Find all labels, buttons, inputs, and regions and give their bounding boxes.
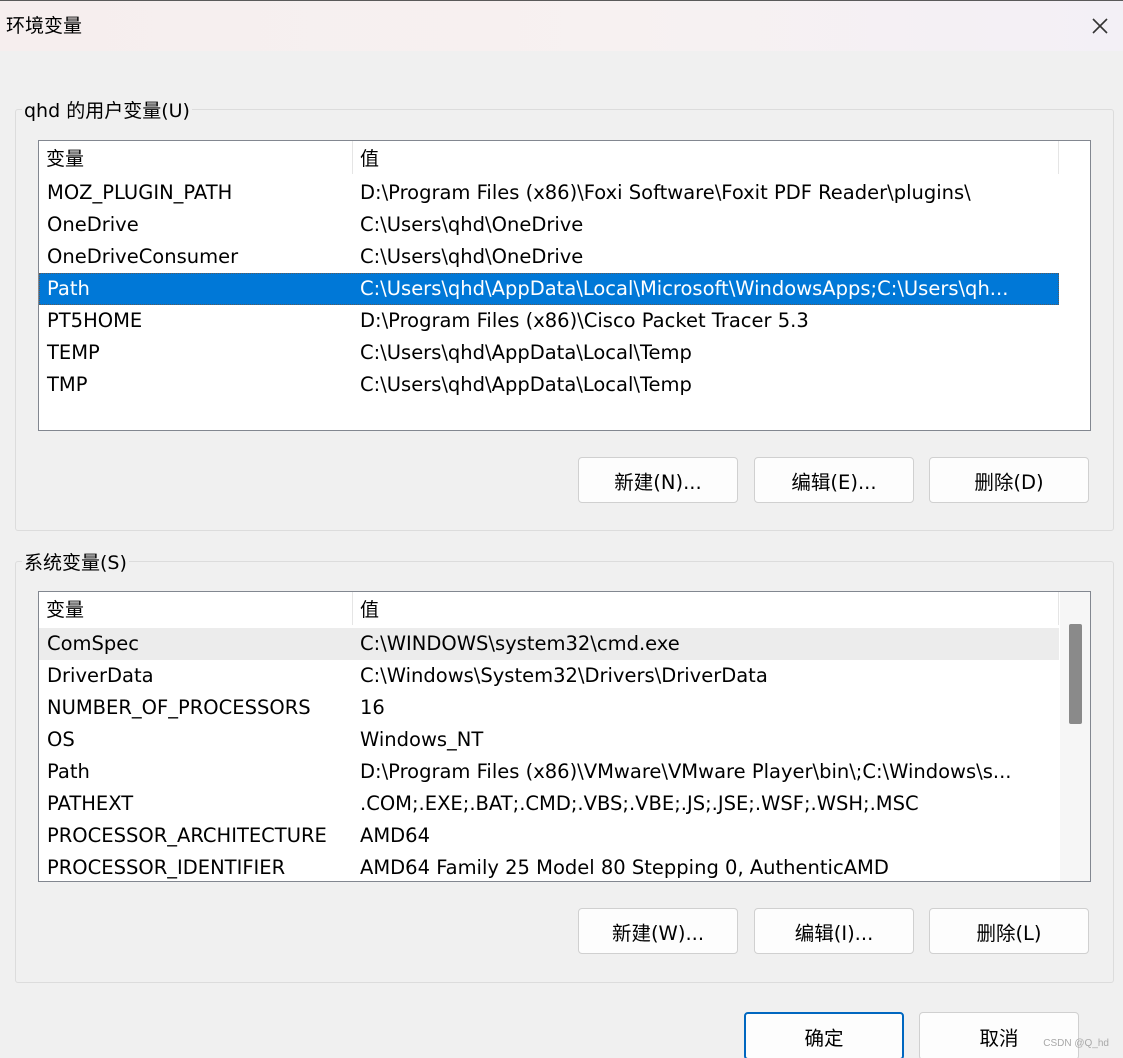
system-new-button[interactable]: 新建(W)...	[578, 908, 738, 954]
cancel-button[interactable]: 取消	[919, 1012, 1079, 1058]
variable-name: OneDriveConsumer	[47, 245, 239, 268]
variable-value: AMD64	[360, 824, 430, 847]
list-item[interactable]: MOZ_PLUGIN_PATH D:\Program Files (x86)\Fo…	[39, 177, 1059, 209]
system-vars-rows: ComSpec C:\WINDOWS\system32\cmd.exe Driver…	[39, 628, 1059, 881]
list-item[interactable]: OneDrive C:\Users\qhd\OneDrive	[39, 209, 1059, 241]
list-item[interactable]: DriverData C:\Windows\System32\Drivers\Dr…	[39, 660, 1059, 692]
variable-name: ComSpec	[47, 632, 140, 655]
variable-value: C:\Windows\System32\Drivers\DriverData	[360, 664, 768, 687]
variable-name: Path	[47, 760, 90, 783]
user-vars-rows: MOZ_PLUGIN_PATH D:\Program Files (x86)\Fo…	[39, 177, 1059, 401]
list-item[interactable]: OS Windows_NT	[39, 724, 1059, 756]
variable-name: PROCESSOR_IDENTIFIER	[47, 856, 286, 879]
variable-value: C:\Users\qhd\AppData\Local\Microsoft\Win…	[360, 277, 1009, 300]
variable-name: PATHEXT	[47, 792, 134, 815]
list-item[interactable]: PT5HOME D:\Program Files (x86)\Cisco Pack…	[39, 305, 1059, 337]
user-vars-list[interactable]: 变量 值 MOZ_PLUGIN_PATH D:\Program Files (x8…	[38, 140, 1091, 431]
variable-value: 16	[360, 696, 385, 719]
user-delete-button[interactable]: 删除(D)	[929, 457, 1089, 503]
list-item[interactable]: Path D:\Program Files (x86)\VMware\VMware…	[39, 756, 1059, 788]
column-header-variable[interactable]: 变量	[39, 141, 353, 174]
variable-value: D:\Program Files (x86)\Foxi Software\Fox…	[360, 181, 971, 204]
variable-name: TMP	[47, 373, 88, 396]
scroll-thumb[interactable]	[1069, 624, 1082, 724]
variable-value: C:\Users\qhd\OneDrive	[360, 213, 584, 236]
close-button[interactable]	[1077, 1, 1123, 51]
user-vars-header: 变量 值	[39, 141, 1059, 174]
variable-value: C:\Users\qhd\AppData\Local\Temp	[360, 341, 692, 364]
variable-name: PROCESSOR_ARCHITECTURE	[47, 824, 327, 847]
variable-value: .COM;.EXE;.BAT;.CMD;.VBS;.VBE;.JS;.JSE;.…	[360, 792, 919, 815]
system-vars-legend: 系统变量(S)	[22, 548, 129, 575]
list-item[interactable]: PROCESSOR_ARCHITECTURE AMD64	[39, 820, 1059, 852]
variable-value: Windows_NT	[360, 728, 484, 751]
variable-name: DriverData	[47, 664, 154, 687]
list-item[interactable]: NUMBER_OF_PROCESSORS 16	[39, 692, 1059, 724]
ok-button[interactable]: 确定	[744, 1012, 904, 1058]
title-bar[interactable]: 环境变量	[0, 0, 1123, 51]
env-vars-dialog: 环境变量 qhd 的用户变量(U) 变量 值 MOZ_PLUGIN_PATH D:…	[0, 0, 1123, 1058]
variable-name: OneDrive	[47, 213, 139, 236]
column-header-value[interactable]: 值	[353, 592, 1059, 625]
system-vars-list[interactable]: 变量 值 ComSpec C:\WINDOWS\system32\cmd.exe D…	[38, 591, 1091, 882]
list-item[interactable]: TMP C:\Users\qhd\AppData\Local\Temp	[39, 369, 1059, 401]
user-new-button[interactable]: 新建(N)...	[578, 457, 738, 503]
list-item[interactable]: PROCESSOR_IDENTIFIER AMD64 Family 25 Mode…	[39, 852, 1059, 881]
system-delete-button[interactable]: 删除(L)	[929, 908, 1089, 954]
list-item[interactable]: ComSpec C:\WINDOWS\system32\cmd.exe	[39, 628, 1059, 660]
list-item[interactable]: Path C:\Users\qhd\AppData\Local\Microsoft…	[39, 273, 1059, 305]
column-header-variable[interactable]: 变量	[39, 592, 353, 625]
list-item[interactable]: PATHEXT .COM;.EXE;.BAT;.CMD;.VBS;.VBE;.JS…	[39, 788, 1059, 820]
system-vars-scrollbar[interactable]	[1060, 592, 1090, 881]
variable-name: OS	[47, 728, 75, 751]
variable-name: NUMBER_OF_PROCESSORS	[47, 696, 311, 719]
user-vars-legend: qhd 的用户变量(U)	[22, 96, 192, 123]
variable-name: TEMP	[47, 341, 100, 364]
list-item[interactable]: TEMP C:\Users\qhd\AppData\Local\Temp	[39, 337, 1059, 369]
variable-value: D:\Program Files (x86)\VMware\VMware Pla…	[360, 760, 1012, 783]
system-edit-button[interactable]: 编辑(I)...	[754, 908, 914, 954]
variable-name: PT5HOME	[47, 309, 143, 332]
variable-value: C:\Users\qhd\AppData\Local\Temp	[360, 373, 692, 396]
user-edit-button[interactable]: 编辑(E)...	[754, 457, 914, 503]
column-header-value[interactable]: 值	[353, 141, 1059, 174]
list-item[interactable]: OneDriveConsumer C:\Users\qhd\OneDrive	[39, 241, 1059, 273]
variable-name: Path	[47, 277, 90, 300]
variable-value: AMD64 Family 25 Model 80 Stepping 0, Aut…	[360, 856, 889, 879]
variable-value: D:\Program Files (x86)\Cisco Packet Trac…	[360, 309, 809, 332]
system-vars-header: 变量 值	[39, 592, 1059, 625]
close-icon	[1092, 18, 1108, 34]
variable-name: MOZ_PLUGIN_PATH	[47, 181, 233, 204]
variable-value: C:\Users\qhd\OneDrive	[360, 245, 584, 268]
watermark: CSDN @Q_hd	[1043, 1038, 1109, 1049]
window-title: 环境变量	[6, 15, 83, 37]
variable-value: C:\WINDOWS\system32\cmd.exe	[360, 632, 680, 655]
